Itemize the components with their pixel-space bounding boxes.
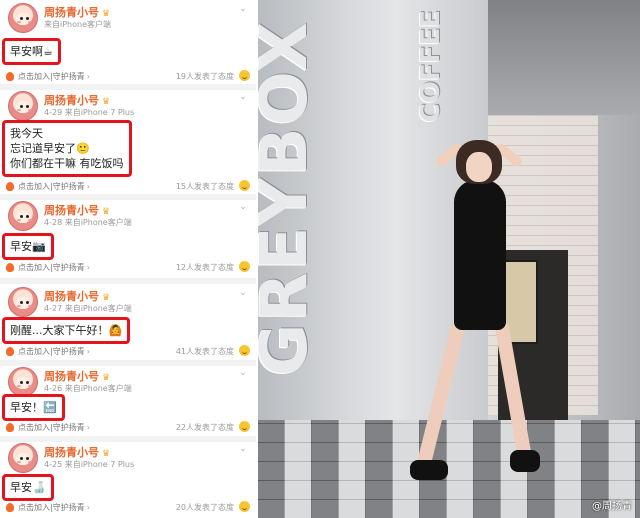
fire-icon [6,263,14,272]
guard-link[interactable]: 点击加入|守护扬青 › [18,422,90,433]
post-content[interactable]: 我今天 忘记道早安了🙂 你们都在干嘛 有吃饭吗 [2,120,132,177]
avatar[interactable] [8,91,38,121]
post-action-bar: 点击加入|守护扬青 › 19人发表了态度 [0,69,256,85]
post-content[interactable]: 早安啊☕ [2,38,61,65]
guard-link[interactable]: 点击加入|守护扬青 › [18,71,90,82]
vip-badge-icon: ♛ [102,293,111,303]
smile-icon[interactable] [239,70,250,81]
black-dress [454,180,506,330]
smile-icon[interactable] [239,421,250,432]
smile-icon[interactable] [239,261,250,272]
post-content[interactable]: 早安！🔚 [2,394,65,421]
post-meta: 4-28 来自iPhone客户端 [44,218,132,227]
post: 周扬青小号 ♛ 4-27 来自iPhone客户端 ⌄ 刚醒...大家下午好！🙆 点… [0,284,256,366]
reaction-count[interactable]: 41人发表了态度 [176,346,234,357]
post-content[interactable]: 刚醒...大家下午好！🙆 [2,317,131,344]
post-action-bar: 点击加入|守护扬青 › 15人发表了态度 [0,179,256,195]
avatar[interactable] [8,287,38,317]
post: 周扬青小号 ♛ 来自iPhone客户端 ⌄ 早安啊☕ 点击加入|守护扬青 › 19人… [0,0,256,90]
vip-badge-icon: ♛ [102,207,111,217]
reaction-count[interactable]: 19人发表了态度 [176,71,234,82]
guard-link[interactable]: 点击加入|守护扬青 › [18,502,90,513]
fire-icon [6,72,14,81]
fire-icon [6,347,14,356]
face [466,152,492,182]
chevron-down-icon[interactable]: ⌄ [238,288,248,298]
reaction-count[interactable]: 15人发表了态度 [176,181,234,192]
post-action-bar: 点击加入|守护扬青 › 12人发表了态度 [0,260,256,276]
guard-link[interactable]: 点击加入|守护扬青 › [18,181,90,192]
post-meta: 4-27 来自iPhone客户端 [44,304,132,313]
username[interactable]: 周扬青小号 ♛ [44,288,110,304]
chevron-down-icon[interactable]: ⌄ [238,4,248,14]
username[interactable]: 周扬青小号 ♛ [44,368,110,384]
post-action-bar: 点击加入|守护扬青 › 22人发表了态度 [0,420,256,436]
fire-icon [6,423,14,432]
post-content[interactable]: 早安🍶 [2,474,54,501]
post-meta: 4-29 来自iPhone 7 Plus [44,108,135,117]
post-meta: 来自iPhone客户端 [44,20,112,29]
post-meta: 4-25 来自iPhone 7 Plus [44,460,135,469]
vip-badge-icon: ♛ [102,373,111,383]
guard-link[interactable]: 点击加入|守护扬青 › [18,262,90,273]
fire-icon [6,182,14,191]
left-shoe [410,460,448,480]
chevron-down-icon[interactable]: ⌄ [238,444,248,454]
post-action-bar: 点击加入|守护扬青 › 41人发表了态度 [0,344,256,360]
username[interactable]: 周扬青小号 ♛ [44,92,110,108]
reaction-count[interactable]: 20人发表了态度 [176,502,234,513]
sign-sub: COFFEE [416,10,446,123]
post-action-bar: 点击加入|守护扬青 › 20人发表了态度 [0,500,256,516]
vip-badge-icon: ♛ [102,97,111,107]
post-content[interactable]: 早安📷 [2,233,54,260]
guard-link[interactable]: 点击加入|守护扬青 › [18,346,90,357]
post-meta: 4-26 来自iPhone客户端 [44,384,132,393]
smile-icon[interactable] [239,345,250,356]
avatar[interactable] [8,3,38,33]
post: 周扬青小号 ♛ 4-26 来自iPhone客户端 ⌄ 早安！🔚 点击加入|守护扬青… [0,364,256,442]
sign-main: GREYBOX [258,20,322,377]
photo: GREYBOX COFFEE @周扬青 [258,0,640,518]
fire-icon [6,503,14,512]
avatar[interactable] [8,443,38,473]
chevron-down-icon[interactable]: ⌄ [238,202,248,212]
reaction-count[interactable]: 12人发表了态度 [176,262,234,273]
vip-badge-icon: ♛ [102,449,111,459]
chevron-down-icon[interactable]: ⌄ [238,368,248,378]
weibo-feed: 周扬青小号 ♛ 来自iPhone客户端 ⌄ 早安啊☕ 点击加入|守护扬青 › 19人… [0,0,256,518]
floor-shading [258,420,640,518]
username[interactable]: 周扬青小号 ♛ [44,202,110,218]
watermark: @周扬青 [592,501,632,512]
right-shoe [510,450,540,472]
avatar[interactable] [8,201,38,231]
username[interactable]: 周扬青小号 ♛ [44,444,110,460]
chevron-down-icon[interactable]: ⌄ [238,92,248,102]
reaction-count[interactable]: 22人发表了态度 [176,422,234,433]
smile-icon[interactable] [239,501,250,512]
post: 周扬青小号 ♛ 4-29 来自iPhone 7 Plus ⌄ 我今天 忘记道早安了… [0,88,256,200]
vip-badge-icon: ♛ [102,9,111,19]
smile-icon[interactable] [239,180,250,191]
post: 周扬青小号 ♛ 4-28 来自iPhone客户端 ⌄ 早安📷 点击加入|守护扬青 ›… [0,198,256,284]
username[interactable]: 周扬青小号 ♛ [44,4,110,20]
avatar[interactable] [8,367,38,397]
post: 周扬青小号 ♛ 4-25 来自iPhone 7 Plus ⌄ 早安🍶 点击加入|守… [0,440,256,518]
